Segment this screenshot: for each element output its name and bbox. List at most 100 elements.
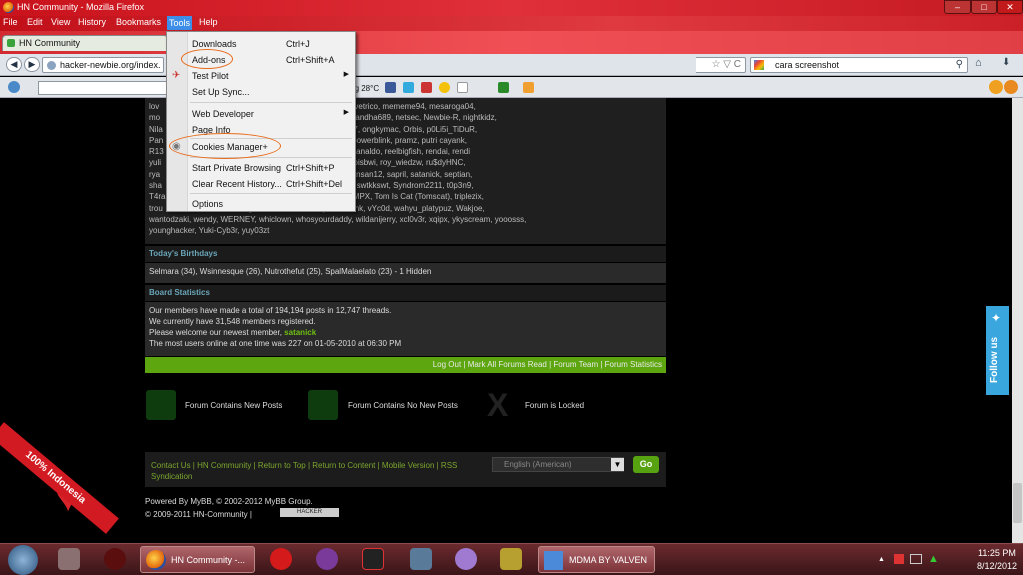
copyright: © 2009-2011 HN-Community | [145,510,252,519]
task-label: HN Community -... [171,555,246,565]
flag-icon[interactable] [894,554,904,564]
item-label: Start Private Browsing [192,163,282,173]
app-icon [544,551,563,570]
menu-history[interactable]: History [78,17,106,27]
menu-separator [190,193,352,194]
calendar-icon[interactable] [498,82,509,93]
language-select[interactable]: English (American) [492,457,624,472]
menu-item-downloads[interactable]: Downloads Ctrl+J [167,36,355,51]
scrollbar-thumb[interactable] [1013,483,1022,523]
taskbar-firefox[interactable]: HN Community -... [140,546,255,573]
stats-line: Please welcome our newest member, satani… [149,327,662,338]
task-label: MDMA BY VALVEN [569,555,648,565]
opera-icon[interactable] [270,548,292,570]
facebook-icon[interactable] [385,82,396,93]
app-icon[interactable] [455,548,477,570]
search-icon[interactable]: ⚲ [956,59,963,70]
addon-search-field[interactable] [38,81,169,95]
tray-app-icon[interactable]: ▲ [928,553,939,565]
legend-locked: Forum is Locked [525,401,585,410]
follow-us-label: Follow us [989,336,1000,383]
clock[interactable]: 11:25 PM 8/12/2012 [977,547,1017,573]
chevron-down-icon[interactable]: ▼ [611,458,624,471]
twitter-icon[interactable] [403,82,414,93]
tab-label: HN Community [19,38,81,48]
mail-icon[interactable] [523,82,534,93]
menu-item-private-browsing[interactable]: Start Private Browsing Ctrl+Shift+P [167,160,355,175]
firefox-icon [146,550,166,570]
google-icon [754,60,764,70]
app-icon[interactable] [104,548,126,570]
url-bar[interactable]: hacker-newbie.org/index. [42,57,164,73]
back-button[interactable]: ◀ [6,57,22,72]
title-bar: HN Community - Mozilla Firefox – □ ✕ [0,0,1023,16]
page-scrollbar[interactable] [1012,98,1023,543]
menu-tools[interactable]: Tools [167,16,193,30]
item-shortcut: Ctrl+Shift+A [286,55,335,65]
follow-us-tab[interactable]: ✦ Follow us [986,306,1009,395]
tray-arrow-icon[interactable]: ▲ [878,556,885,563]
download-arrow-icon[interactable]: ⬇ [1002,57,1010,68]
annotation-circle [181,49,233,69]
menu-item-clear-history[interactable]: Clear Recent History... Ctrl+Shift+Del [167,176,355,191]
legend-nonew: Forum Contains No New Posts [348,401,458,410]
locked-icon: X [487,387,509,423]
bird-icon: ✦ [991,311,1002,325]
window-title: HN Community - Mozilla Firefox [17,2,145,12]
forum-footer-links[interactable]: Log Out | Mark All Forums Read | Forum T… [145,357,666,373]
addon-plus-icon[interactable] [989,80,1003,94]
item-shortcut: Ctrl+J [286,39,310,49]
go-button[interactable]: Go [633,456,659,473]
amazon-icon[interactable] [457,82,468,93]
menu-edit[interactable]: Edit [27,17,43,27]
start-button[interactable] [8,545,38,575]
menu-item-options[interactable]: Options [167,196,355,211]
menu-bookmarks[interactable]: Bookmarks [116,17,161,27]
powered-by: Powered By MyBB, © 2002-2012 MyBB Group. [145,497,313,506]
date: 8/12/2012 [976,561,1017,571]
menu-item-test-pilot[interactable]: ✈ Test Pilot ▶ [167,68,355,83]
bookmark-star-icon[interactable]: ☆ ▽ C [696,57,746,73]
aim-icon[interactable] [362,548,384,570]
menu-item-web-developer[interactable]: Web Developer ▶ [167,106,355,121]
item-label: Options [192,199,224,209]
birthdays-list[interactable]: Selmara (34), Wsinnesque (26), Nutrothef… [145,263,666,283]
newest-member-link[interactable]: satanick [284,328,316,337]
annotation-circle [169,133,281,159]
close-button[interactable]: ✕ [997,0,1023,14]
firefox-icon [3,2,14,13]
network-icon[interactable] [910,554,922,564]
menu-item-sync[interactable]: Set Up Sync... [167,84,355,99]
forward-button[interactable]: ▶ [24,57,40,72]
smiley-icon[interactable] [439,82,450,93]
app-icon[interactable] [58,548,80,570]
addon-search-icon[interactable] [8,81,20,93]
footer-links[interactable]: Contact Us | HN Community | Return to To… [151,460,471,482]
menu-bar: File Edit View History Bookmarks Tools H… [0,16,1023,31]
hacker-badge[interactable]: HACKER [280,508,339,517]
youtube-icon[interactable] [421,82,432,93]
globe-icon [47,61,56,70]
minimize-button[interactable]: – [944,0,971,14]
item-label: Web Developer [192,109,254,119]
maximize-button[interactable]: □ [971,0,997,14]
yahoo-messenger-icon[interactable] [316,548,338,570]
menu-separator [190,102,352,103]
taskbar-mdma[interactable]: MDMA BY VALVEN [538,546,655,573]
app-icon[interactable] [410,548,432,570]
menu-file[interactable]: File [3,17,18,27]
item-label: Clear Recent History... [192,179,282,189]
stats-line: We currently have 31,548 members registe… [149,317,316,326]
app-icon[interactable] [500,548,522,570]
birthdays-heading: Today's Birthdays [145,246,666,262]
menu-view[interactable]: View [51,17,70,27]
taskbar: HN Community -... MDMA BY VALVEN ▲ ▲ 11:… [0,543,1023,575]
menu-help[interactable]: Help [199,17,218,27]
search-input[interactable]: cara screenshot ⚲ [750,57,968,73]
no-new-posts-icon [308,390,338,420]
url-text: hacker-newbie.org/index. [60,60,161,70]
test-pilot-icon: ✈ [172,70,181,81]
home-icon[interactable]: ⌂ [975,57,982,69]
addon-search2-icon[interactable] [1004,80,1018,94]
tab-hn-community[interactable]: HN Community [2,35,168,51]
